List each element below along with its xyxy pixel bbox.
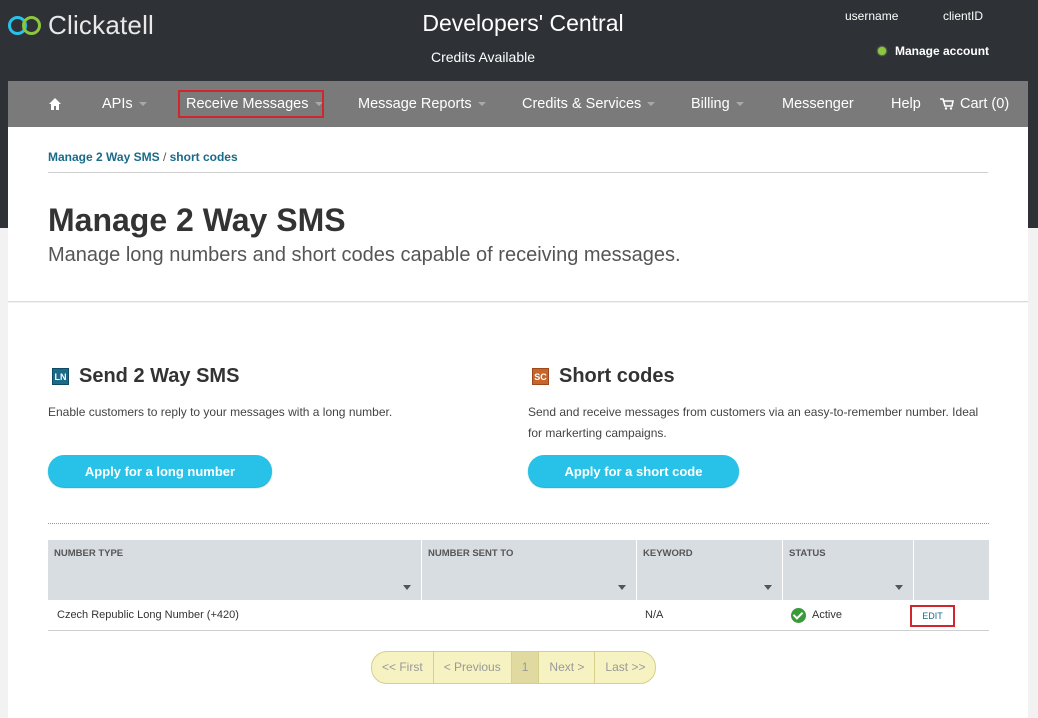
page-title: Manage 2 Way SMS <box>48 202 346 238</box>
nav-help[interactable]: Help <box>891 81 921 127</box>
page-first-button[interactable]: << First <box>372 652 434 683</box>
cart-icon <box>940 98 954 110</box>
breadcrumb: Manage 2 Way SMS / short codes <box>48 150 238 164</box>
home-icon[interactable] <box>48 81 62 127</box>
page-current: 1 <box>511 652 540 683</box>
manage-account-label: Manage account <box>895 44 990 58</box>
highlight-box <box>178 90 324 118</box>
cell-status: Active <box>791 600 842 630</box>
short-code-icon: SC <box>532 368 549 385</box>
client-id-label: clientID <box>943 9 984 23</box>
column-keyword[interactable]: KEYWORD <box>637 540 783 600</box>
main-nav: APIs Receive Messages Message Reports Cr… <box>8 81 1028 127</box>
table-row: Czech Republic Long Number (+420) N/A Ac… <box>48 600 989 631</box>
nav-cart[interactable]: Cart (0) <box>940 81 1009 127</box>
edit-button[interactable]: EDIT <box>910 605 955 627</box>
column-status[interactable]: STATUS <box>783 540 914 600</box>
check-icon <box>791 607 806 623</box>
nav-messenger[interactable]: Messenger <box>782 81 854 127</box>
dropdown-arrow-icon[interactable] <box>895 585 903 590</box>
nav-billing[interactable]: Billing <box>691 81 744 127</box>
dotted-divider <box>48 523 989 524</box>
divider <box>48 172 988 173</box>
apply-long-number-button[interactable]: Apply for a long number <box>48 455 272 487</box>
manage-account-link[interactable]: Manage account <box>878 44 989 58</box>
column-actions <box>914 540 989 600</box>
status-dot-icon <box>878 47 886 55</box>
breadcrumb-separator: / <box>162 150 167 164</box>
pagination: << First < Previous 1 Next > Last >> <box>371 651 657 684</box>
main-content: LN Send 2 Way SMS Enable customers to re… <box>8 303 1028 718</box>
nav-message-reports[interactable]: Message Reports <box>358 81 486 127</box>
page-previous-button[interactable]: < Previous <box>434 652 512 683</box>
username-label: username <box>845 9 899 23</box>
page-next-button[interactable]: Next > <box>539 652 596 683</box>
dropdown-arrow-icon[interactable] <box>618 585 626 590</box>
cell-number-type: Czech Republic Long Number (+420) <box>57 609 239 621</box>
nav-apis[interactable]: APIs <box>102 81 147 127</box>
page-subtitle: Manage long numbers and short codes capa… <box>48 244 681 266</box>
column-number-type[interactable]: NUMBER TYPE <box>48 540 422 600</box>
nav-credits-services[interactable]: Credits & Services <box>522 81 656 127</box>
credits-available: Credits Available <box>430 49 536 65</box>
page-header-panel: Manage 2 Way SMS / short codes Manage 2 … <box>8 127 1028 302</box>
dropdown-arrow-icon[interactable] <box>403 585 411 590</box>
breadcrumb-short-codes[interactable]: short codes <box>170 150 238 164</box>
chevron-down-icon <box>138 102 147 107</box>
apply-short-code-button[interactable]: Apply for a short code <box>528 455 739 487</box>
chevron-down-icon <box>477 102 486 107</box>
short-code-description: Send and receive messages from customers… <box>528 405 979 440</box>
column-number-sent-to[interactable]: NUMBER SENT TO <box>422 540 637 600</box>
short-code-heading: SC Short codes <box>532 365 675 388</box>
page-last-button[interactable]: Last >> <box>595 652 655 683</box>
chevron-down-icon <box>647 102 656 107</box>
breadcrumb-manage-2way[interactable]: Manage 2 Way SMS <box>48 150 160 164</box>
table-header: NUMBER TYPE NUMBER SENT TO KEYWORD STATU… <box>48 540 989 600</box>
long-number-heading: LN Send 2 Way SMS <box>52 365 239 388</box>
long-number-description: Enable customers to reply to your messag… <box>48 405 393 419</box>
chevron-down-icon <box>735 102 744 107</box>
dropdown-arrow-icon[interactable] <box>764 585 772 590</box>
long-number-icon: LN <box>52 368 69 385</box>
cell-keyword: N/A <box>645 609 664 621</box>
